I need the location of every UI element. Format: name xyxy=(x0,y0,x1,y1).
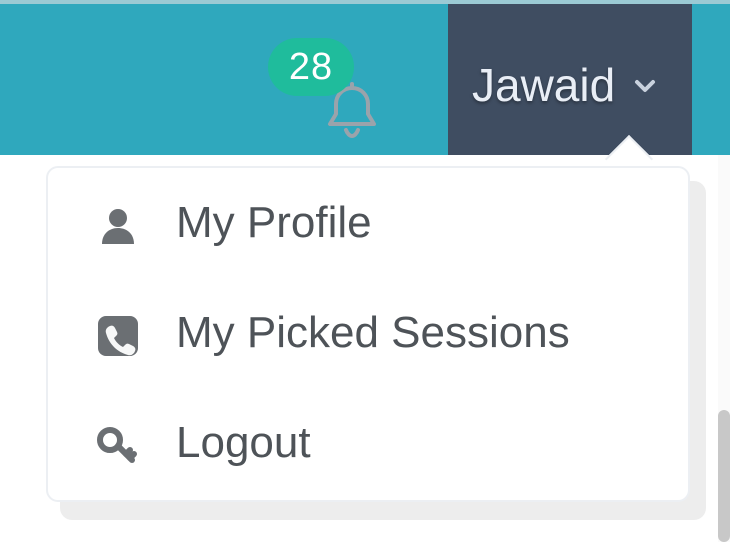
user-dropdown-menu: My Profile My Picked Sessions Logout xyxy=(46,166,690,502)
chevron-down-icon xyxy=(635,80,655,92)
scrollbar-thumb[interactable] xyxy=(718,410,730,542)
menu-item-my-picked-sessions[interactable]: My Picked Sessions xyxy=(48,278,688,388)
menu-item-logout[interactable]: Logout xyxy=(48,388,688,498)
top-navbar: 28 Jawaid xyxy=(0,0,730,155)
notification-badge: 28 xyxy=(268,38,354,96)
menu-item-label: My Picked Sessions xyxy=(176,308,570,357)
menu-item-label: My Profile xyxy=(176,198,372,247)
menu-item-my-profile[interactable]: My Profile xyxy=(48,168,688,278)
user-menu-trigger[interactable]: Jawaid xyxy=(448,4,692,155)
app-root: 28 Jawaid My Profile My Picked Sessions xyxy=(0,0,730,542)
user-icon xyxy=(102,209,134,244)
user-name: Jawaid xyxy=(472,59,616,111)
key-icon xyxy=(97,427,137,463)
notification-area[interactable]: 28 xyxy=(250,28,400,139)
phone-icon xyxy=(98,316,138,356)
menu-item-label: Logout xyxy=(176,418,311,467)
